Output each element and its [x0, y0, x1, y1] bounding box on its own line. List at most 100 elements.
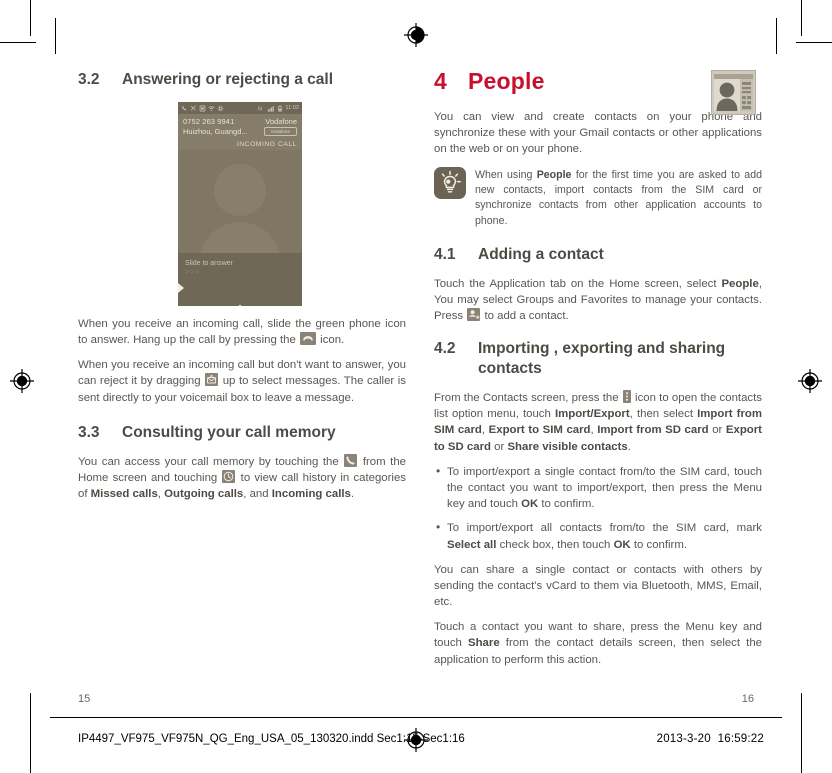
- slide-to-answer-label: Slide to answer: [185, 260, 233, 267]
- bullet-1-text-a: To import/export a single contact from/t…: [447, 465, 762, 511]
- svg-text:N: N: [258, 106, 262, 111]
- avatar-head: [214, 164, 266, 216]
- status-right-icons: N 11:02: [258, 105, 299, 112]
- section-title-4-2: Importing , exporting and sharing contac…: [478, 339, 762, 379]
- paragraph-share-vcard: You can share a single contact or contac…: [434, 563, 762, 609]
- answer-call-text-a: When you receive an incoming call, slide…: [78, 317, 406, 347]
- page-number-left: 15: [78, 693, 91, 705]
- right-page-column: 4 People You can view and create contact…: [434, 70, 762, 668]
- battery-icon: [278, 105, 283, 111]
- paragraph-adding-contact: Touch the Application tab on the Home sc…: [434, 276, 762, 325]
- call-memory-text-a: You can access your call memory by touch…: [78, 455, 339, 468]
- paragraph-answer-call: When you receive an incoming call, slide…: [78, 316, 406, 348]
- incoming-call-label: INCOMING CALL: [178, 138, 302, 150]
- section-title-4-2-line1: Importing , exporting and sharing: [478, 340, 726, 358]
- footer-divider: [50, 717, 782, 718]
- status-left-icons: [181, 104, 224, 112]
- nfc-icon: N: [258, 106, 262, 111]
- footer-filename: IP4497_VF975_VF975N_QG_Eng_USA_05_130320…: [78, 733, 465, 745]
- crop-mark-bl-v: [30, 693, 31, 773]
- missed-call-icon: [190, 105, 196, 111]
- caller-info-panel: 0752 263 9941 Vodafone Huizhou, Guangd..…: [178, 114, 302, 138]
- export-to-sim-label: Export to SIM card: [488, 424, 591, 437]
- incoming-calls-label: Incoming calls: [271, 487, 351, 500]
- phone-frame: N 11:02 0752 263 9941 Vodafone Huizhou, …: [178, 102, 302, 306]
- import-export-menu-label: Import/Export: [554, 408, 630, 421]
- footer-date: 2013-3-20: [656, 733, 711, 745]
- answer-call-text-b: icon.: [320, 334, 345, 347]
- section-number-3-3: 3.3: [78, 423, 100, 441]
- section-number-4-2: 4.2: [434, 340, 456, 358]
- paragraph-share-contact: Touch a contact you want to share, press…: [434, 619, 762, 668]
- outgoing-calls-label: Outgoing calls: [164, 487, 244, 500]
- clock-history-icon: [222, 469, 236, 483]
- caller-number: 0752 263 9941: [183, 117, 235, 126]
- import-export-comma-1: ,: [481, 424, 486, 437]
- tip-text-a: When using: [475, 168, 533, 181]
- people-contacts-icon: [711, 70, 756, 115]
- import-export-comma-2: ,: [590, 424, 594, 437]
- bullet-2-text-b: check box, then touch: [499, 538, 611, 551]
- registration-mark-left: [9, 368, 35, 394]
- section-heading-4-1: 4.1 Adding a contact: [434, 245, 762, 265]
- slide-handle[interactable]: [178, 283, 184, 293]
- tip-box: When using People for the first time you…: [434, 166, 762, 229]
- list-item: To import/export a single contact from/t…: [434, 463, 762, 513]
- import-export-or-1: or: [712, 424, 723, 437]
- paragraph-call-memory: You can access your call memory by touch…: [78, 453, 406, 503]
- import-export-text-a: From the Contacts screen, press the: [434, 392, 619, 405]
- caller-avatar-placeholder: [178, 150, 302, 253]
- status-time: 11:02: [285, 105, 299, 111]
- section-heading-4-2: 4.2 Importing , exporting and sharing co…: [434, 339, 762, 379]
- call-memory-comma-1: ,: [157, 487, 161, 500]
- reject-message-pull-icon[interactable]: [232, 304, 248, 306]
- tip-people-label: People: [536, 168, 572, 181]
- section-title-4-2-line2: contacts: [478, 360, 542, 378]
- crop-mark-tr-h: [796, 42, 832, 43]
- tip-text: When using People for the first time you…: [475, 167, 762, 229]
- crop-mark-tr2-v: [776, 18, 777, 54]
- bullet-1-ok-label: OK: [521, 498, 539, 511]
- bullet-1-text-b: to confirm.: [541, 498, 595, 511]
- phone-handset-icon: [344, 453, 358, 467]
- bullet-2-text-a: To import/export all contacts from/to th…: [447, 522, 762, 535]
- import-export-or-2: or: [494, 440, 505, 453]
- chapter-number: 4: [434, 68, 447, 94]
- avatar-body: [199, 222, 281, 253]
- crop-mark-tl-v: [30, 0, 31, 36]
- slide-to-answer-area[interactable]: Slide to answer >>>: [178, 253, 302, 306]
- sim-card-icon: [199, 104, 206, 112]
- section-heading-3-3: 3.3 Consulting your call memory: [78, 423, 406, 443]
- bullet-2-text-c: to confirm.: [633, 538, 687, 551]
- overflow-menu-icon: [622, 390, 631, 404]
- adding-contact-text-c: to add a contact.: [484, 310, 569, 323]
- list-item: To import/export all contacts from/to th…: [434, 519, 762, 552]
- missed-calls-label: Missed calls: [90, 487, 158, 500]
- add-contact-icon: [467, 308, 481, 322]
- incoming-call-screenshot: N 11:02 0752 263 9941 Vodafone Huizhou, …: [178, 102, 302, 306]
- page-number-right: 16: [741, 693, 754, 705]
- document-page: 3.2 Answering or rejecting a call When y…: [0, 0, 832, 773]
- share-menu-label: Share: [468, 637, 500, 650]
- adding-contact-text-a: Touch the Application tab on the Home sc…: [434, 277, 717, 290]
- registration-mark-top: [403, 22, 429, 48]
- call-memory-comma-2: , and: [243, 487, 269, 500]
- crop-mark-tr-v: [801, 0, 802, 36]
- bullet-2-select-all-label: Select all: [447, 538, 497, 551]
- import-export-bullet-list: To import/export a single contact from/t…: [434, 463, 762, 553]
- crop-mark-br-v: [801, 693, 802, 773]
- people-app-label: People: [721, 277, 759, 290]
- section-heading-3-2: 3.2 Answering or rejecting a call: [78, 70, 406, 90]
- caller-location: Huizhou, Guangd...: [183, 127, 248, 136]
- crop-mark-tl-h: [0, 42, 36, 43]
- paragraph-import-export: From the Contacts screen, press the icon…: [434, 390, 762, 455]
- end-call-icon: [300, 332, 316, 346]
- phone-status-bar: N 11:02: [178, 102, 302, 114]
- chapter-title: People: [468, 68, 545, 94]
- carrier-badge: Vodafone: [263, 127, 297, 136]
- share-visible-contacts-label: Share visible contacts: [507, 440, 628, 453]
- section-number-3-2: 3.2: [78, 71, 100, 88]
- section-title-4-1: Adding a contact: [478, 246, 604, 263]
- lightbulb-tip-icon: [434, 166, 466, 199]
- call-memory-period: .: [350, 487, 355, 500]
